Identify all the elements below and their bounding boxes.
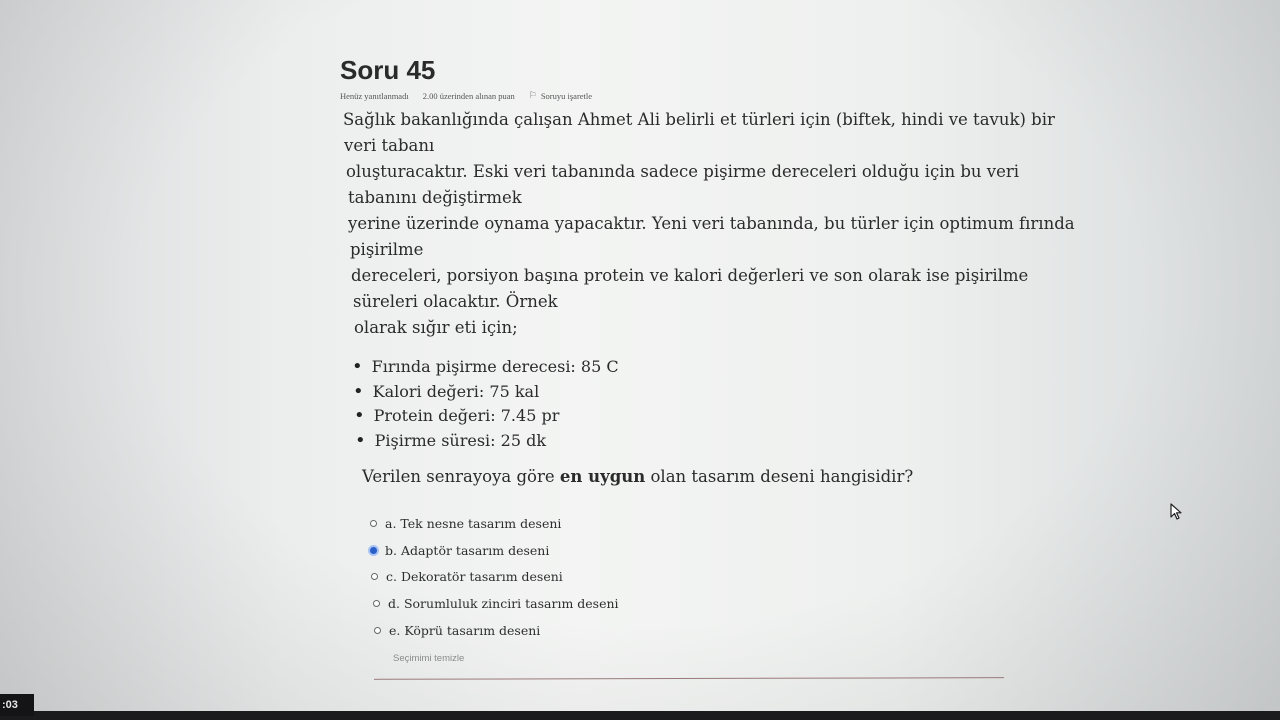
question-title: Soru 45 — [340, 55, 436, 85]
question-text-line: yerine üzerinde oynama yapacaktır. Yeni … — [348, 214, 1075, 233]
flag-question-link[interactable]: ⚐ Soruyu işaretle — [529, 90, 592, 101]
list-item: Pişirme süresi: 25 dk — [355, 429, 1060, 454]
answer-label: b. Adaptör tasarım deseni — [385, 542, 550, 558]
answer-option-b[interactable]: b. Adaptör tasarım deseni — [370, 537, 1060, 564]
clear-selection-link[interactable]: Seçimimi temizle — [393, 653, 1060, 664]
radio-button[interactable] — [371, 573, 378, 581]
mouse-cursor-icon — [1170, 503, 1182, 520]
question-text: Sağlık bakanlığında çalışan Ahmet Ali be… — [340, 107, 1075, 341]
taskbar-clock: :03 — [0, 694, 34, 716]
question-container: Soru 45 Henüz yanıtlanmadı 2.00 üzerinde… — [340, 52, 1075, 664]
question-text-line: Sağlık bakanlığında çalışan Ahmet Ali be… — [343, 110, 1055, 129]
question-prompt: Verilen senrayoya göre en uygun olan tas… — [362, 467, 1060, 486]
answer-options: a. Tek nesne tasarım deseni b. Adaptör t… — [370, 510, 1060, 643]
list-item: Kalori değeri: 75 kal — [353, 380, 1060, 405]
list-item: Protein değeri: 7.45 pr — [354, 404, 1060, 429]
answer-label: c. Dekoratör tasarım deseni — [386, 569, 563, 585]
answer-option-e[interactable]: e. Köprü tasarım deseni — [374, 617, 1060, 644]
answer-option-c[interactable]: c. Dekoratör tasarım deseni — [371, 563, 1060, 590]
answer-label: d. Sorumluluk zinciri tasarım deseni — [388, 595, 619, 611]
list-item: Fırında pişirme derecesi: 85 C — [352, 355, 1060, 380]
question-meta: Henüz yanıtlanmadı 2.00 üzerinden alınan… — [340, 90, 1060, 101]
answer-label: a. Tek nesne tasarım deseni — [385, 515, 562, 531]
question-text-line: dereceleri, porsiyon başına protein ve k… — [351, 266, 1029, 285]
answer-option-a[interactable]: a. Tek nesne tasarım deseni — [370, 510, 1060, 537]
divider — [373, 677, 1005, 680]
radio-button[interactable] — [374, 626, 381, 634]
question-text-line: veri tabanı — [344, 136, 435, 155]
prompt-text-after: olan tasarım deseni hangisidir? — [645, 467, 914, 486]
prompt-emphasis: en uygun — [559, 467, 646, 486]
flag-question-label: Soruyu işaretle — [540, 90, 593, 101]
question-text-line: tabanını değiştirmek — [348, 188, 522, 207]
facts-list: Fırında pişirme derecesi: 85 C Kalori de… — [352, 355, 1060, 453]
question-text-line: süreleri olacaktır. Örnek — [353, 292, 558, 311]
question-points: 2.00 üzerinden alınan puan — [422, 90, 515, 101]
question-text-line: olarak sığır eti için; — [354, 318, 518, 337]
answer-label: e. Köprü tasarım deseni — [389, 622, 541, 638]
question-text-line: pişirilme — [350, 240, 424, 259]
flag-icon: ⚐ — [528, 90, 537, 100]
question-status: Henüz yanıtlanmadı — [340, 90, 409, 101]
radio-button[interactable] — [370, 519, 377, 527]
radio-button[interactable] — [373, 599, 380, 607]
radio-button-selected[interactable] — [370, 546, 377, 554]
question-text-line: oluşturacaktır. Eski veri tabanında sade… — [346, 162, 1020, 181]
taskbar — [0, 711, 1280, 720]
answer-option-d[interactable]: d. Sorumluluk zinciri tasarım deseni — [373, 590, 1060, 617]
prompt-text-before: Verilen senrayoya göre — [362, 467, 560, 486]
